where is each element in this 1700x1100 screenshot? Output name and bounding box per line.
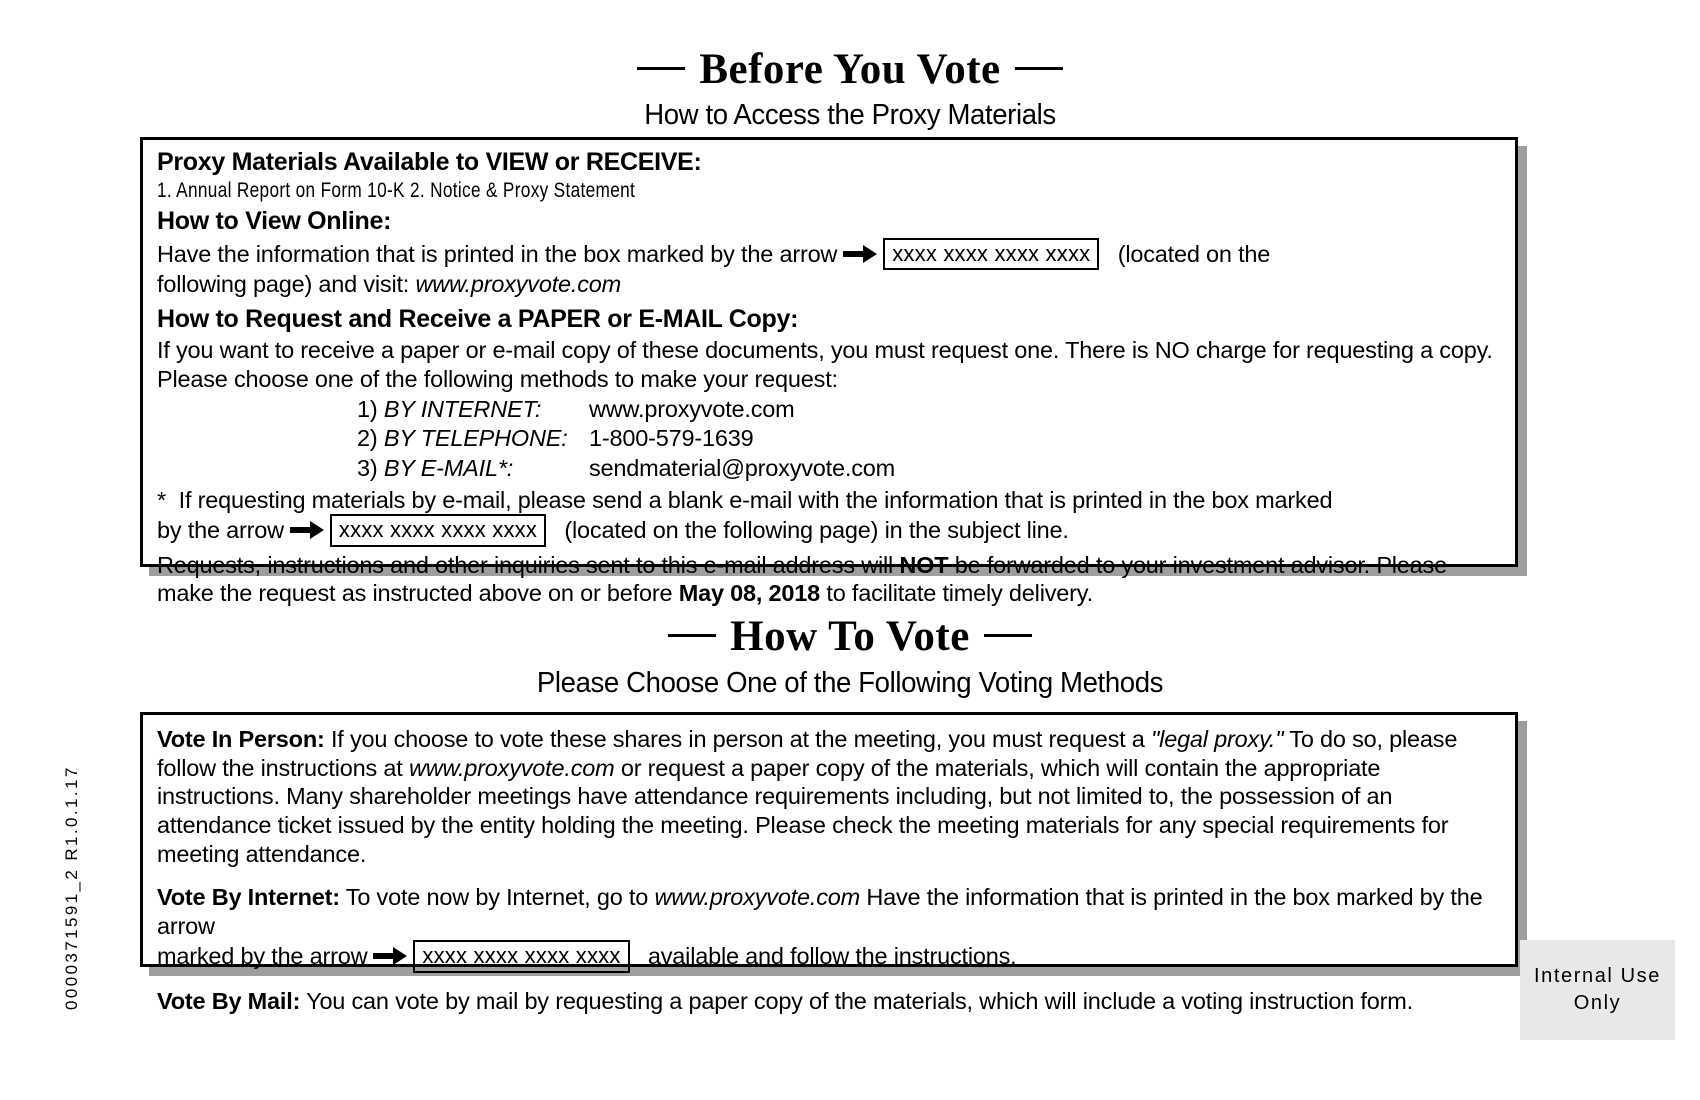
before-you-vote-title: Before You Vote (0, 48, 1700, 91)
internal-use-only-box: Internal Use Only (1520, 940, 1675, 1040)
method-number: 1) (357, 396, 378, 423)
proxy-materials-panel: Proxy Materials Available to VIEW or REC… (140, 137, 1527, 606)
vote-by-mail-paragraph: Vote By Mail: You can vote by mail by re… (157, 987, 1501, 1016)
method-value[interactable]: 1-800-579-1639 (589, 424, 754, 453)
footnote-text-1: If requesting materials by e-mail, pleas… (178, 486, 1333, 513)
vote-in-person-label: Vote In Person: (157, 726, 325, 752)
method-number: 2) (357, 425, 378, 452)
method-row: 2) BY TELEPHONE: 1-800-579-1639 (357, 424, 1501, 453)
method-row: 1) BY INTERNET: www.proxyvote.com (357, 395, 1501, 424)
closing-text-3: to facilitate timely delivery. (826, 580, 1093, 607)
view-online-paragraph: Have the information that is printed in … (157, 238, 1501, 299)
vote-by-internet-second-line: marked by the arrow xxxx xxxx xxxx xxxx a… (157, 940, 1501, 973)
proxyvote-link-in-person[interactable]: www.proxyvote.com (409, 755, 615, 781)
footnote-paragraph: * If requesting materials by e-mail, ple… (157, 486, 1501, 547)
internal-use-line-1: Internal Use (1533, 965, 1662, 987)
method-label: 3) BY E-MAIL*: (357, 454, 589, 483)
arrow-right-icon (373, 946, 408, 966)
view-online-heading: How to View Online: (157, 207, 392, 235)
vote-by-internet-label: Vote By Internet: (157, 884, 340, 911)
control-number-box-internet: xxxx xxxx xxxx xxxx (413, 940, 630, 973)
footnote-text-2: by the arrow (157, 517, 284, 544)
title-rule-right (1014, 67, 1063, 70)
arrow-right-icon (289, 520, 324, 540)
proxyvote-link-view[interactable]: www.proxyvote.com (416, 271, 622, 297)
available-items-line: 1. Annual Report on Form 10-K 2. Notice … (157, 179, 1501, 203)
method-value[interactable]: sendmaterial@proxyvote.com (589, 454, 895, 483)
vote-in-person-paragraph: Vote In Person: If you choose to vote th… (157, 725, 1501, 868)
closing-not-emphasis: NOT (899, 551, 949, 578)
vote-by-internet-text-1: To vote now by Internet, go to (345, 884, 649, 911)
how-to-vote-title-text: How To Vote (730, 613, 970, 660)
vote-in-person-text-1: If you choose to vote these shares in pe… (330, 726, 1145, 752)
request-heading: How to Request and Receive a PAPER or E-… (157, 304, 799, 333)
method-name: BY E-MAIL*: (383, 454, 514, 481)
vote-by-internet-text-3: available and follow the instructions. (647, 943, 1017, 970)
vote-by-mail-label: Vote By Mail: (157, 987, 301, 1014)
vote-by-mail-text: You can vote by mail by requesting a pap… (306, 987, 1413, 1014)
voting-methods-panel: Vote In Person: If you choose to vote th… (140, 712, 1527, 1014)
method-label: 1) BY INTERNET: (357, 395, 589, 424)
title-rule-left (668, 634, 717, 637)
title-rule-left (637, 67, 686, 70)
view-online-text-2: (located on the (1117, 241, 1271, 267)
footnote-text-3: (located on the following page) in the s… (564, 517, 1069, 544)
method-label: 2) BY TELEPHONE: (357, 424, 589, 453)
method-name: BY TELEPHONE: (383, 425, 568, 452)
closing-paragraph: Requests, instructions and other inquiri… (157, 551, 1501, 608)
closing-text-1: Requests, instructions and other inquiri… (157, 551, 894, 578)
before-you-vote-subtitle: How to Access the Proxy Materials (644, 99, 1056, 131)
request-paragraph: If you want to receive a paper or e-mail… (157, 336, 1493, 392)
internal-use-line-2: Only (1573, 992, 1622, 1014)
request-deadline-date: May 08, 2018 (678, 580, 821, 607)
proxyvote-link-internet[interactable]: www.proxyvote.com (654, 884, 860, 910)
available-items: 1. Annual Report on Form 10-K 2. Notice … (157, 179, 636, 202)
how-to-vote-title: How To Vote (0, 615, 1700, 658)
available-heading: Proxy Materials Available to VIEW or REC… (157, 148, 702, 176)
view-online-text-3: following page) and visit: (157, 271, 410, 298)
title-rule-right (983, 634, 1032, 637)
request-methods-list: 1) BY INTERNET: www.proxyvote.com 2) BY … (157, 395, 1501, 482)
footnote-marker: * (157, 486, 166, 513)
view-online-text-1: Have the information that is printed in … (157, 241, 838, 267)
document-side-code: 0000371591_2 R1.0.1.17 (62, 765, 81, 1010)
control-number-box-view: xxxx xxxx xxxx xxxx (883, 238, 1100, 271)
panel-border: Proxy Materials Available to VIEW or REC… (140, 137, 1518, 606)
before-you-vote-title-text: Before You Vote (699, 46, 1001, 93)
arrow-right-icon (843, 244, 878, 264)
method-name: BY INTERNET: (383, 396, 542, 423)
marked-by-arrow-text: marked by the arrow (157, 943, 368, 970)
legal-proxy-term: "legal proxy." (1151, 726, 1284, 752)
control-number-box-email: xxxx xxxx xxxx xxxx (329, 514, 547, 547)
method-row: 3) BY E-MAIL*: sendmaterial@proxyvote.co… (357, 454, 1501, 483)
method-number: 3) (357, 454, 378, 481)
panel-border: Vote In Person: If you choose to vote th… (140, 712, 1518, 1014)
method-value[interactable]: www.proxyvote.com (589, 395, 795, 424)
how-to-vote-subtitle: Please Choose One of the Following Votin… (536, 667, 1164, 699)
